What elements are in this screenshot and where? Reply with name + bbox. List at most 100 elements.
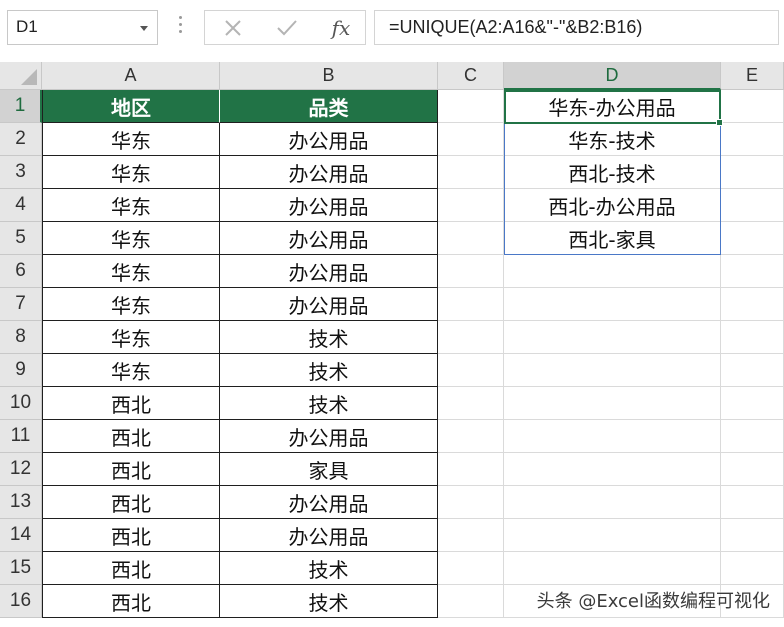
row-header-15[interactable]: 15 [0, 552, 42, 585]
cell-a12[interactable]: 西北 [42, 453, 220, 486]
row-header-4[interactable]: 4 [0, 189, 42, 222]
cell-b13[interactable]: 办公用品 [220, 486, 438, 519]
cell-a15[interactable]: 西北 [42, 552, 220, 585]
cell-d3[interactable]: 西北-技术 [504, 156, 721, 189]
cell-b15[interactable]: 技术 [220, 552, 438, 585]
cell-a3[interactable]: 华东 [42, 156, 220, 189]
row-header-16[interactable]: 16 [0, 585, 42, 618]
row-header-14[interactable]: 14 [0, 519, 42, 552]
cell-a11[interactable]: 西北 [42, 420, 220, 453]
cell-e4[interactable] [721, 189, 784, 222]
row-header-12[interactable]: 12 [0, 453, 42, 486]
cell-e8[interactable] [721, 321, 784, 354]
cell-c2[interactable] [438, 123, 504, 156]
cell-d2[interactable]: 华东-技术 [504, 123, 721, 156]
row-header-9[interactable]: 9 [0, 354, 42, 387]
cell-c7[interactable] [438, 288, 504, 321]
row-header-5[interactable]: 5 [0, 222, 42, 255]
cell-e10[interactable] [721, 387, 784, 420]
cell-a14[interactable]: 西北 [42, 519, 220, 552]
cell-b16[interactable]: 技术 [220, 585, 438, 618]
row-header-2[interactable]: 2 [0, 123, 42, 156]
cell-d9[interactable] [504, 354, 721, 387]
cell-a16[interactable]: 西北 [42, 585, 220, 618]
cell-b6[interactable]: 办公用品 [220, 255, 438, 288]
row-header-10[interactable]: 10 [0, 387, 42, 420]
cell-d15[interactable] [504, 552, 721, 585]
column-header-b[interactable]: B [220, 62, 438, 90]
cell-d5[interactable]: 西北-家具 [504, 222, 721, 255]
cell-e2[interactable] [721, 123, 784, 156]
cell-a9[interactable]: 华东 [42, 354, 220, 387]
cell-e12[interactable] [721, 453, 784, 486]
cell-c1[interactable] [438, 90, 504, 123]
row-header-7[interactable]: 7 [0, 288, 42, 321]
cell-d7[interactable] [504, 288, 721, 321]
cell-b12[interactable]: 家具 [220, 453, 438, 486]
row-header-11[interactable]: 11 [0, 420, 42, 453]
cell-a8[interactable]: 华东 [42, 321, 220, 354]
cell-b5[interactable]: 办公用品 [220, 222, 438, 255]
cell-a5[interactable]: 华东 [42, 222, 220, 255]
cell-b1[interactable]: 品类 [220, 90, 438, 123]
cell-e15[interactable] [721, 552, 784, 585]
cell-b4[interactable]: 办公用品 [220, 189, 438, 222]
cell-c16[interactable] [438, 585, 504, 618]
cell-e3[interactable] [721, 156, 784, 189]
column-header-e[interactable]: E [721, 62, 784, 90]
cell-e7[interactable] [721, 288, 784, 321]
cell-a13[interactable]: 西北 [42, 486, 220, 519]
cell-c13[interactable] [438, 486, 504, 519]
cell-c8[interactable] [438, 321, 504, 354]
cell-e13[interactable] [721, 486, 784, 519]
column-header-c[interactable]: C [438, 62, 504, 90]
cell-a2[interactable]: 华东 [42, 123, 220, 156]
cell-b8[interactable]: 技术 [220, 321, 438, 354]
cell-a6[interactable]: 华东 [42, 255, 220, 288]
fill-handle[interactable] [716, 119, 723, 126]
cell-d4[interactable]: 西北-办公用品 [504, 189, 721, 222]
cell-d8[interactable] [504, 321, 721, 354]
cell-c6[interactable] [438, 255, 504, 288]
cell-d12[interactable] [504, 453, 721, 486]
cell-c10[interactable] [438, 387, 504, 420]
column-header-a[interactable]: A [42, 62, 220, 90]
cell-a1[interactable]: 地区 [42, 90, 220, 123]
cell-c15[interactable] [438, 552, 504, 585]
cell-c9[interactable] [438, 354, 504, 387]
row-header-1[interactable]: 1 [0, 90, 42, 123]
cell-b3[interactable]: 办公用品 [220, 156, 438, 189]
cell-b14[interactable]: 办公用品 [220, 519, 438, 552]
cell-e5[interactable] [721, 222, 784, 255]
cell-a7[interactable]: 华东 [42, 288, 220, 321]
row-header-6[interactable]: 6 [0, 255, 42, 288]
cell-c11[interactable] [438, 420, 504, 453]
cell-d1[interactable]: 华东-办公用品 [504, 90, 721, 123]
cell-c12[interactable] [438, 453, 504, 486]
cell-e9[interactable] [721, 354, 784, 387]
cell-a4[interactable]: 华东 [42, 189, 220, 222]
cell-c5[interactable] [438, 222, 504, 255]
cell-c4[interactable] [438, 189, 504, 222]
cell-d11[interactable] [504, 420, 721, 453]
cell-b10[interactable]: 技术 [220, 387, 438, 420]
cell-e14[interactable] [721, 519, 784, 552]
cell-e1[interactable] [721, 90, 784, 123]
row-header-8[interactable]: 8 [0, 321, 42, 354]
cell-d14[interactable] [504, 519, 721, 552]
cell-a10[interactable]: 西北 [42, 387, 220, 420]
cell-c3[interactable] [438, 156, 504, 189]
cell-d13[interactable] [504, 486, 721, 519]
row-header-13[interactable]: 13 [0, 486, 42, 519]
cell-d6[interactable] [504, 255, 721, 288]
cell-b2[interactable]: 办公用品 [220, 123, 438, 156]
row-header-3[interactable]: 3 [0, 156, 42, 189]
cell-c14[interactable] [438, 519, 504, 552]
cell-d10[interactable] [504, 387, 721, 420]
cell-e6[interactable] [721, 255, 784, 288]
select-all-button[interactable] [0, 62, 42, 90]
cell-e11[interactable] [721, 420, 784, 453]
cell-b9[interactable]: 技术 [220, 354, 438, 387]
cell-b11[interactable]: 办公用品 [220, 420, 438, 453]
column-header-d[interactable]: D [504, 62, 721, 90]
